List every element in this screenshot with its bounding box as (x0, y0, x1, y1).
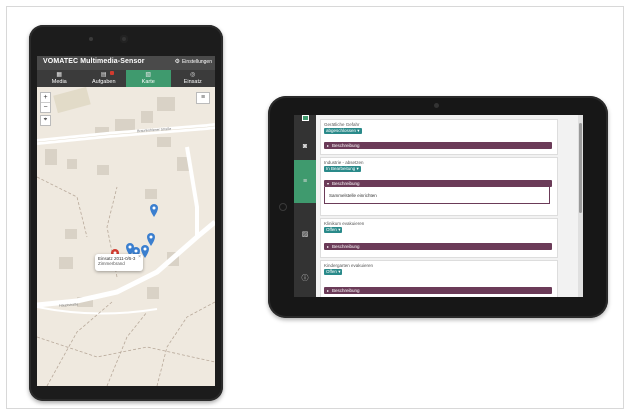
zoom-in-button[interactable]: + (41, 93, 50, 102)
status-label: In Bearbeitung (326, 166, 356, 171)
status-dropdown[interactable]: abgeschlossen ▾ (324, 128, 362, 134)
map-view[interactable]: Braunkohlener Straße Hauptstraße + − ⌖ ≡… (37, 87, 215, 386)
crosshair-icon: ⌖ (43, 117, 48, 123)
info-icon: ⓘ (301, 275, 309, 282)
task-name: Kindergarten evakuieren (324, 263, 374, 268)
status-label: abgeschlossen (326, 128, 357, 133)
list-icon: ≡ (302, 178, 308, 185)
phone-device: VOMATEC Multimedia-Sensor ⚙ Einstellunge… (29, 25, 223, 401)
tab-bar: ▦ Media ▤ Aufgaben ▧ Karte ◎ Einsatz (37, 70, 215, 87)
chevron-down-icon: ▾ (338, 227, 341, 232)
target-icon: ◎ (190, 72, 196, 78)
task-card: Industrie - absetzen In Bearbeitung ▾ ▾ B… (320, 157, 558, 216)
close-icon[interactable]: × (138, 254, 141, 260)
task-card: Klinikum evakuieren Offen ▾ ▸ Beschreibun… (320, 218, 558, 258)
description-label: Beschreibung (332, 288, 360, 293)
popup-subtitle: Zimmerbrand (98, 261, 125, 266)
sidebar-logo (294, 115, 316, 123)
scrollbar-thumb[interactable] (579, 123, 582, 213)
tablet-screen: ◙ ≡ ▨ ⓘ Gerätliche Gefahr abgeschlossen … (294, 115, 583, 297)
tab-einsatz[interactable]: ◎ Einsatz (171, 70, 216, 87)
chevron-down-icon: ▾ (356, 166, 359, 171)
scrollbar[interactable] (578, 115, 583, 297)
status-dropdown[interactable]: Offen ▾ (324, 227, 343, 233)
notification-badge (110, 71, 114, 75)
layers-icon: ≡ (200, 94, 206, 101)
map-popup[interactable]: × Einsatz 2011-0/5-3 Zimmerbrand (95, 254, 143, 271)
zoom-control: + − (40, 92, 51, 113)
description-toggle[interactable]: ▾ Beschreibung (324, 180, 552, 187)
chevron-down-icon: ▾ (357, 128, 360, 133)
description-body: Sammelstelle einrichten (324, 187, 550, 204)
tab-label: Media (51, 79, 67, 85)
task-card: Gerätliche Gefahr abgeschlossen ▾ ▸ Besch… (320, 119, 558, 155)
chevron-down-icon: ▾ (338, 269, 341, 274)
tab-aufgaben[interactable]: ▤ Aufgaben (82, 70, 127, 87)
description-toggle[interactable]: ▸ Beschreibung (324, 287, 552, 294)
task-name: Gerätliche Gefahr (324, 122, 360, 127)
map-tiles (37, 87, 215, 386)
status-dropdown[interactable]: In Bearbeitung ▾ (324, 166, 361, 172)
app-header: VOMATEC Multimedia-Sensor ⚙ Einstellunge… (37, 56, 215, 70)
locate-button[interactable]: ⌖ (40, 115, 51, 126)
sidebar-item-tasks[interactable]: ≡ (294, 160, 316, 203)
task-card: Kindergarten evakuieren Offen ▾ ▸ Beschre… (320, 260, 558, 297)
caret-right-icon: ▸ (327, 288, 330, 293)
status-label: Offen (326, 227, 337, 232)
sidebar-item-media[interactable]: ◙ (294, 141, 316, 153)
camera-icon: ◙ (302, 143, 308, 150)
tab-label: Einsatz (183, 79, 202, 85)
status-dropdown[interactable]: Offen ▾ (324, 269, 343, 275)
description-toggle[interactable]: ▸ Beschreibung (324, 142, 552, 149)
tab-media[interactable]: ▦ Media (37, 70, 82, 87)
app-title: VOMATEC Multimedia-Sensor (43, 58, 145, 65)
zoom-out-button[interactable]: − (41, 102, 50, 112)
description-label: Beschreibung (332, 244, 360, 249)
tab-label: Karte (141, 79, 155, 85)
phone-sensor (89, 37, 93, 41)
image-icon: ▨ (301, 231, 309, 238)
caret-down-icon: ▾ (327, 181, 330, 186)
tab-label: Aufgaben (91, 79, 116, 85)
tab-karte[interactable]: ▧ Karte (126, 70, 171, 87)
tablet-camera (434, 103, 439, 108)
task-name: Industrie - absetzen (324, 160, 364, 165)
sidebar-item-info[interactable]: ⓘ (294, 273, 316, 285)
gear-icon: ⚙ (174, 58, 180, 65)
phone-camera (120, 35, 128, 43)
map-icon: ▧ (145, 72, 152, 78)
caret-right-icon: ▸ (327, 244, 330, 249)
sidebar-item-images[interactable]: ▨ (294, 229, 316, 241)
layers-button[interactable]: ≡ (196, 92, 210, 104)
description-toggle[interactable]: ▸ Beschreibung (324, 243, 552, 250)
film-icon: ▦ (56, 72, 63, 78)
description-label: Beschreibung (332, 181, 360, 186)
caret-right-icon: ▸ (327, 143, 330, 148)
phone-screen: VOMATEC Multimedia-Sensor ⚙ Einstellunge… (37, 56, 215, 386)
tasks-icon: ▤ (100, 72, 107, 78)
status-label: Offen (326, 269, 337, 274)
settings-label: Einstellungen (181, 59, 212, 65)
sidebar: ◙ ≡ ▨ ⓘ (294, 115, 316, 297)
tablet-button (279, 203, 287, 211)
task-name: Klinikum evakuieren (324, 221, 365, 226)
tablet-device: ◙ ≡ ▨ ⓘ Gerätliche Gefahr abgeschlossen … (268, 96, 608, 318)
description-label: Beschreibung (332, 143, 360, 148)
settings-button[interactable]: ⚙ Einstellungen (174, 58, 212, 66)
task-list: Gerätliche Gefahr abgeschlossen ▾ ▸ Besch… (316, 115, 578, 297)
